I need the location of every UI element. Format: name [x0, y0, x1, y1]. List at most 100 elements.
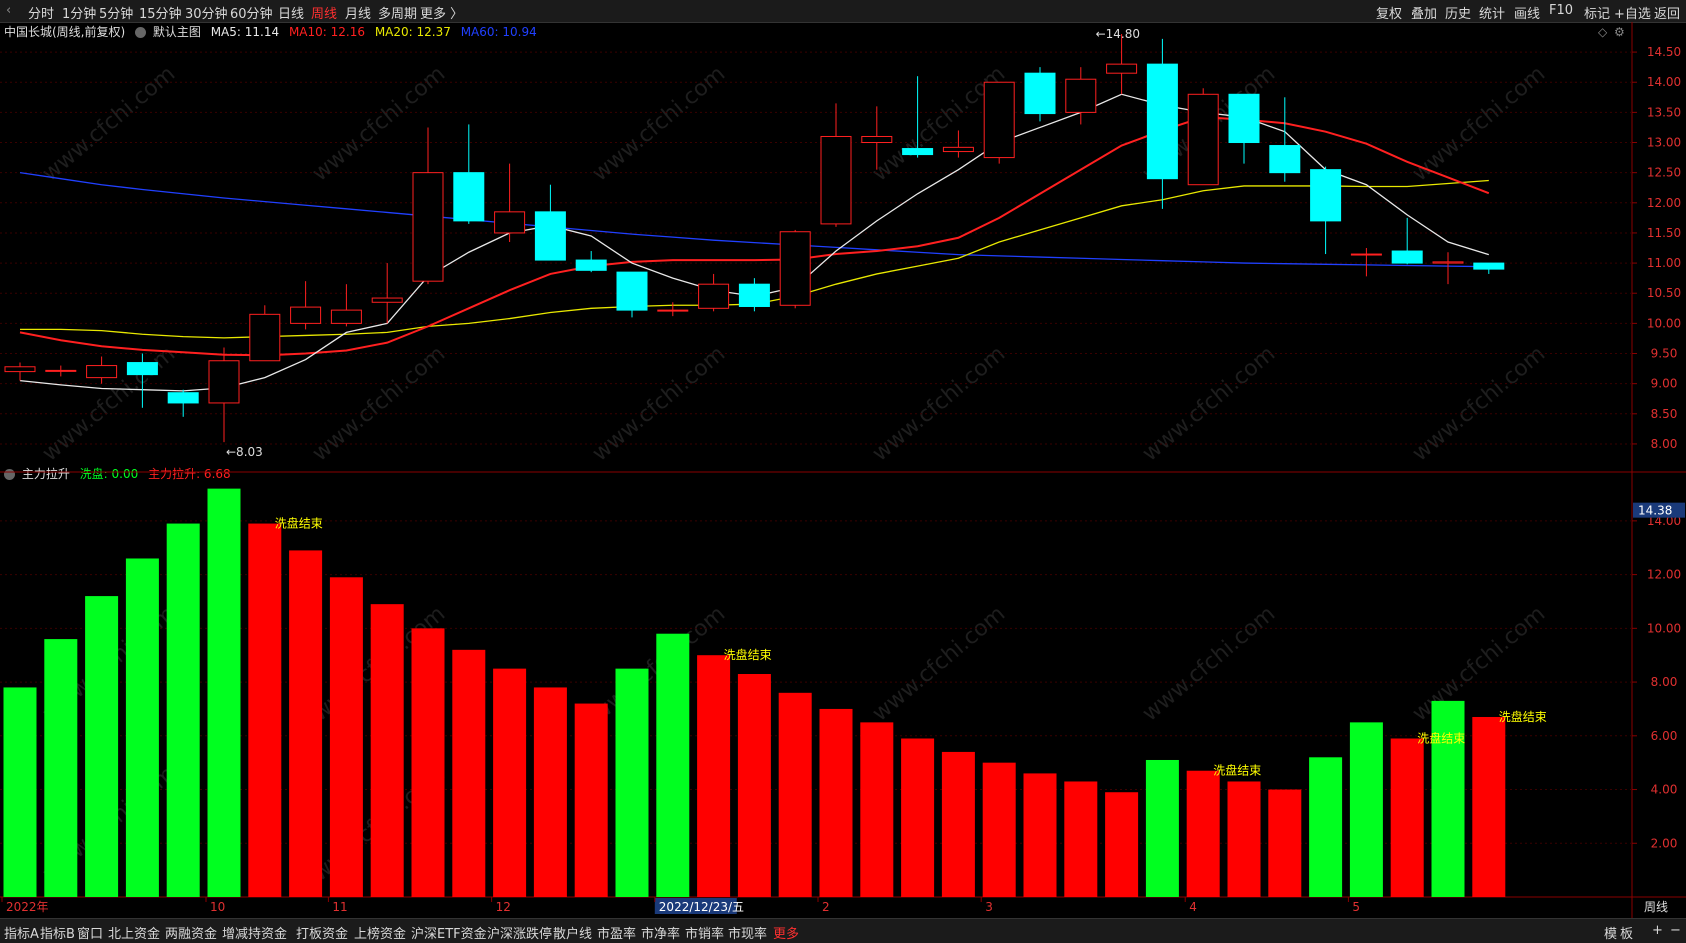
- candle-body: [861, 135, 893, 144]
- indicator-tab[interactable]: 指标A: [4, 923, 39, 942]
- indicator-bar: [1145, 759, 1179, 897]
- indicator-axis-label: 4.00: [1651, 783, 1678, 797]
- period-tab[interactable]: 60分钟: [230, 3, 273, 22]
- price-axis-label: 14.50: [1647, 45, 1681, 59]
- toolbar-button[interactable]: 统计: [1479, 3, 1505, 22]
- axis-mode-label: 周线: [1644, 900, 1668, 914]
- x-axis-label: 2022/12/23/五: [659, 900, 744, 914]
- candle-body: [1146, 63, 1178, 180]
- toolbar-button[interactable]: 叠加: [1411, 3, 1437, 22]
- indicator-tab[interactable]: 更多: [773, 923, 799, 942]
- candle-body: [616, 271, 648, 311]
- toolbar-button[interactable]: F10: [1549, 3, 1573, 18]
- price-axis-label: 13.00: [1647, 136, 1681, 150]
- indicator-tab[interactable]: 打板资金: [296, 923, 348, 942]
- candle-body: [1391, 250, 1423, 264]
- toolbar-button[interactable]: 画线: [1514, 3, 1540, 22]
- watermark-text: www.cfchi.com: [308, 61, 450, 186]
- indicator-bar: [533, 687, 567, 897]
- period-tab[interactable]: 日线: [278, 3, 304, 22]
- indicator-tab[interactable]: 散户线: [553, 923, 592, 942]
- candle-body: [167, 392, 199, 404]
- candle-body: [575, 259, 607, 271]
- period-tab[interactable]: 分时: [28, 3, 54, 22]
- panel-control-button[interactable]: +: [1652, 923, 1663, 938]
- indicator-tab[interactable]: 市销率: [685, 923, 724, 942]
- toolbar-button[interactable]: +自选: [1614, 3, 1651, 22]
- indicator-tab[interactable]: 沪深ETF资金: [411, 923, 487, 942]
- toolbar-button[interactable]: 返回: [1654, 3, 1680, 22]
- candle-body: [698, 283, 730, 309]
- indicator-bar: [289, 550, 323, 897]
- candle-body: [4, 366, 36, 373]
- indicator-bar: [493, 668, 527, 897]
- indicator-tab[interactable]: 窗口: [77, 923, 103, 942]
- candle-body: [1473, 262, 1505, 270]
- x-axis-label: 2022年: [6, 900, 49, 914]
- indicator-tab[interactable]: 两融资金: [165, 923, 217, 942]
- indicator-tab[interactable]: 北上资金: [108, 923, 160, 942]
- indicator-bar: [778, 692, 812, 897]
- toolbar-button[interactable]: 历史: [1445, 3, 1471, 22]
- indicator-bar: [1390, 738, 1424, 897]
- toolbar-button[interactable]: 复权: [1376, 3, 1402, 22]
- candle-body: [942, 146, 974, 153]
- candle-body: [494, 211, 526, 234]
- x-axis-label: 2: [822, 900, 830, 914]
- indicator-bar: [941, 751, 975, 897]
- period-tab[interactable]: 周线: [311, 3, 337, 22]
- indicator-tab[interactable]: 市盈率: [597, 923, 636, 942]
- watermark-text: www.cfchi.com: [868, 341, 1010, 466]
- price-axis-label: 11.50: [1647, 226, 1681, 240]
- chart-area[interactable]: www.cfchi.com www.cfchi.com www.cfchi.com w…: [0, 22, 1686, 918]
- indicator-bar: [452, 649, 486, 897]
- candle-body: [126, 362, 158, 376]
- candle-body: [983, 81, 1015, 159]
- indicator-tab[interactable]: 指标B: [40, 923, 75, 942]
- watermark-text: www.cfchi.com: [38, 61, 180, 186]
- period-tab[interactable]: 5分钟: [99, 3, 133, 22]
- indicator-bar: [125, 558, 159, 897]
- candle-body: [1432, 261, 1464, 264]
- period-tab[interactable]: 15分钟: [139, 3, 182, 22]
- indicator-bar: [1472, 716, 1506, 897]
- indicator-bar: [737, 674, 771, 897]
- indicator-tab[interactable]: 市净率: [641, 923, 680, 942]
- indicator-axis-label: 12.00: [1647, 568, 1681, 582]
- period-tab[interactable]: 多周期: [378, 3, 417, 22]
- candle-body: [45, 369, 77, 372]
- min-price-label: ←8.03: [226, 445, 263, 459]
- panel-control-button[interactable]: 板: [1620, 923, 1633, 942]
- indicator-bar: [819, 708, 853, 897]
- indicator-bar: [1186, 770, 1220, 897]
- period-tab[interactable]: 更多 〉: [420, 3, 463, 22]
- candle-body: [330, 309, 362, 324]
- indicator-bar: [1431, 700, 1465, 897]
- indicator-tab[interactable]: 沪深涨跌停: [487, 923, 552, 942]
- current-value-text: 14.38: [1638, 504, 1672, 518]
- indicator-bar: [166, 523, 200, 897]
- period-tab[interactable]: 月线: [345, 3, 371, 22]
- indicator-bar: [1023, 773, 1057, 897]
- candle-body: [779, 231, 811, 306]
- period-tab[interactable]: 1分钟: [62, 3, 96, 22]
- watermark-text: www.cfchi.com: [38, 341, 180, 466]
- indicator-tab[interactable]: 上榜资金: [354, 923, 406, 942]
- indicator-bar: [697, 655, 731, 897]
- price-axis-label: 13.50: [1647, 105, 1681, 119]
- watermark-text: www.cfchi.com: [1138, 341, 1280, 466]
- price-axis-label: 12.50: [1647, 166, 1681, 180]
- watermark-text: www.cfchi.com: [588, 341, 730, 466]
- diamond-icon: ◇: [1598, 25, 1608, 39]
- panel-control-button[interactable]: 模: [1604, 923, 1617, 942]
- period-tab[interactable]: 30分钟: [185, 3, 228, 22]
- indicator-bar: [370, 604, 404, 897]
- indicator-tab[interactable]: 增减持资金: [222, 923, 287, 942]
- panel-control-button[interactable]: −: [1670, 923, 1681, 938]
- candle-body: [1269, 145, 1301, 174]
- watermark-text: www.cfchi.com: [1408, 61, 1550, 186]
- toolbar-button[interactable]: 标记: [1584, 3, 1610, 22]
- indicator-tab[interactable]: 市现率: [728, 923, 767, 942]
- price-axis-label: 8.00: [1651, 437, 1678, 451]
- back-arrow-icon[interactable]: ‹: [6, 3, 11, 18]
